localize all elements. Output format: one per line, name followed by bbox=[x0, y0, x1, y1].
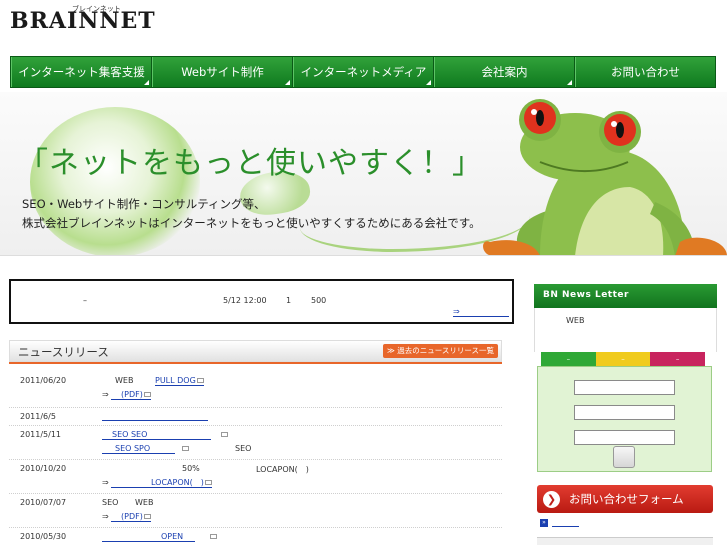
newsletter-input-2[interactable] bbox=[574, 405, 675, 420]
notice-value-2: 500 bbox=[311, 296, 327, 305]
news-link-label: OPEN bbox=[161, 532, 184, 541]
news-arrow: ⇒ bbox=[102, 512, 109, 521]
news-text: 50% bbox=[182, 464, 200, 473]
brainnet-logo[interactable]: BRAINNET ブレインネット bbox=[10, 5, 156, 34]
external-link-icon bbox=[196, 378, 204, 383]
double-arrow-icon: » bbox=[540, 519, 548, 527]
nav-item-contact[interactable]: お問い合わせ bbox=[575, 57, 715, 87]
corner-arrow-icon bbox=[426, 80, 431, 85]
news-date: 2010/07/07 bbox=[20, 498, 67, 507]
news-link[interactable] bbox=[102, 412, 208, 421]
contact-form-button[interactable]: ❯ お問い合わせフォーム bbox=[537, 485, 713, 513]
page: BRAINNET ブレインネット インターネット集客支援 Webサイト制作 イン… bbox=[0, 0, 727, 545]
nav-item-label: Webサイト制作 bbox=[181, 65, 264, 79]
notice-date: 5/12 12:00 bbox=[223, 296, 267, 305]
news-row: 2010/07/07 SEO WEB ⇒ (PDF) bbox=[9, 494, 502, 528]
news-row: 2011/06/20 WEB PULL DOG ⇒ (PDF) bbox=[9, 372, 502, 408]
news-date: 2011/6/5 bbox=[20, 412, 56, 421]
hero-subtitle-line2: 株式会社ブレインネットはインターネットをもっと使いやすくするためにある会社です。 bbox=[22, 216, 481, 230]
news-arrow: ⇒ bbox=[102, 478, 109, 487]
news-link-label: SEO SEO bbox=[112, 430, 148, 439]
newsletter-submit-button[interactable] bbox=[613, 446, 635, 468]
notice-dash: – bbox=[83, 296, 87, 305]
news-link-label: (PDF) bbox=[121, 390, 143, 399]
nav-item-label: インターネットメディア bbox=[300, 65, 427, 79]
news-header: ニュースリリース ≫ 過去のニュースリリース一覧 bbox=[9, 340, 502, 362]
news-link[interactable]: SEO SPO bbox=[102, 444, 176, 454]
news-link-label: PULL DOG bbox=[155, 376, 196, 385]
external-link-icon bbox=[221, 432, 228, 437]
nav-item-web-production[interactable]: Webサイト制作 bbox=[152, 57, 293, 87]
newsletter-tab-yellow[interactable]: – bbox=[595, 352, 651, 366]
news-link[interactable]: PULL DOG bbox=[155, 376, 204, 386]
news-date: 2011/5/11 bbox=[20, 430, 62, 439]
newsletter-tabs: – – – bbox=[541, 352, 706, 366]
logo-kana: ブレインネット bbox=[72, 5, 121, 13]
newsletter-text: WEB bbox=[566, 316, 585, 325]
nav-item-label: 会社案内 bbox=[481, 65, 528, 79]
nav-item-company[interactable]: 会社案内 bbox=[434, 57, 575, 87]
corner-arrow-icon bbox=[144, 80, 149, 85]
news-link[interactable]: LOCAPON( ) bbox=[111, 478, 212, 488]
news-text: WEB bbox=[135, 498, 154, 507]
sidebar-link[interactable]: » bbox=[540, 519, 579, 527]
news-arrow: ⇒ bbox=[102, 390, 109, 399]
news-date: 2011/06/20 bbox=[20, 376, 67, 385]
hero-subtitle-line1: SEO・Webサイト制作・コンサルティング等、 bbox=[22, 197, 266, 211]
news-header-divider bbox=[9, 362, 502, 364]
sidebar-next-section bbox=[537, 537, 713, 545]
news-text: SEO bbox=[102, 498, 119, 507]
news-row: 2011/5/11 SEO SEO SEO SPO SEO bbox=[9, 426, 502, 460]
newsletter-tab-green[interactable]: – bbox=[541, 352, 596, 366]
external-link-icon bbox=[210, 534, 217, 539]
news-archive-button[interactable]: ≫ 過去のニュースリリース一覧 bbox=[383, 344, 498, 358]
chevron-right-icon: ❯ bbox=[543, 490, 560, 508]
nav-item-label: お問い合わせ bbox=[611, 65, 680, 79]
notice-box: – 5/12 12:00 1 500 ⇒ bbox=[9, 279, 514, 324]
news-link-label: SEO SPO bbox=[115, 444, 151, 453]
nav-item-internet-media[interactable]: インターネットメディア bbox=[293, 57, 434, 87]
news-row: 2010/10/20 50% LOCAPON( ) ⇒ LOCAPON( ) bbox=[9, 460, 502, 494]
news-link-label: LOCAPON( ) bbox=[151, 478, 204, 487]
notice-more-link[interactable]: ⇒ bbox=[453, 308, 509, 317]
newsletter-input-3[interactable] bbox=[574, 430, 675, 445]
notice-value-1: 1 bbox=[286, 296, 292, 305]
news-date: 2010/10/20 bbox=[20, 464, 67, 473]
news-heading: ニュースリリース bbox=[18, 345, 109, 359]
newsletter-input-1[interactable] bbox=[574, 380, 675, 395]
news-text: LOCAPON( ) bbox=[256, 465, 309, 474]
header: BRAINNET ブレインネット bbox=[0, 0, 727, 52]
news-row: 2011/6/5 bbox=[9, 408, 502, 426]
news-date: 2010/05/30 bbox=[20, 532, 67, 541]
hero-title: 「ネットをもっと使いやすく！」 bbox=[18, 146, 483, 181]
external-link-icon bbox=[143, 514, 151, 519]
external-link-icon bbox=[204, 480, 212, 485]
newsletter-header: BN News Letter bbox=[534, 284, 717, 308]
news-pdf-link[interactable]: (PDF) bbox=[111, 390, 151, 400]
nav-item-internet-marketing[interactable]: インターネット集客支援 bbox=[11, 57, 152, 87]
frog-mascot-image bbox=[483, 99, 727, 255]
newsletter-form bbox=[537, 366, 712, 472]
news-link-label: (PDF) bbox=[121, 512, 143, 521]
news-link[interactable]: OPEN bbox=[102, 532, 196, 542]
contact-form-label: お問い合わせフォーム bbox=[569, 492, 684, 506]
external-link-icon bbox=[182, 446, 189, 451]
global-nav: インターネット集客支援 Webサイト制作 インターネットメディア 会社案内 お問… bbox=[10, 56, 716, 88]
hero-banner: 「ネットをもっと使いやすく！」 SEO・Webサイト制作・コンサルティング等、 … bbox=[0, 92, 727, 256]
news-text: SEO bbox=[235, 444, 252, 453]
news-pdf-link[interactable]: (PDF) bbox=[111, 512, 151, 522]
news-text: WEB bbox=[115, 376, 134, 385]
nav-item-label: インターネット集客支援 bbox=[18, 65, 145, 79]
external-link-icon bbox=[143, 392, 151, 397]
corner-arrow-icon bbox=[567, 80, 572, 85]
corner-arrow-icon bbox=[285, 80, 290, 85]
newsletter-body: WEB bbox=[534, 308, 717, 352]
news-row: 2010/05/30 OPEN bbox=[9, 528, 502, 545]
newsletter-tab-pink[interactable]: – bbox=[650, 352, 706, 366]
news-link[interactable]: SEO SEO bbox=[102, 430, 212, 440]
sidebar-link-underline bbox=[552, 519, 579, 527]
